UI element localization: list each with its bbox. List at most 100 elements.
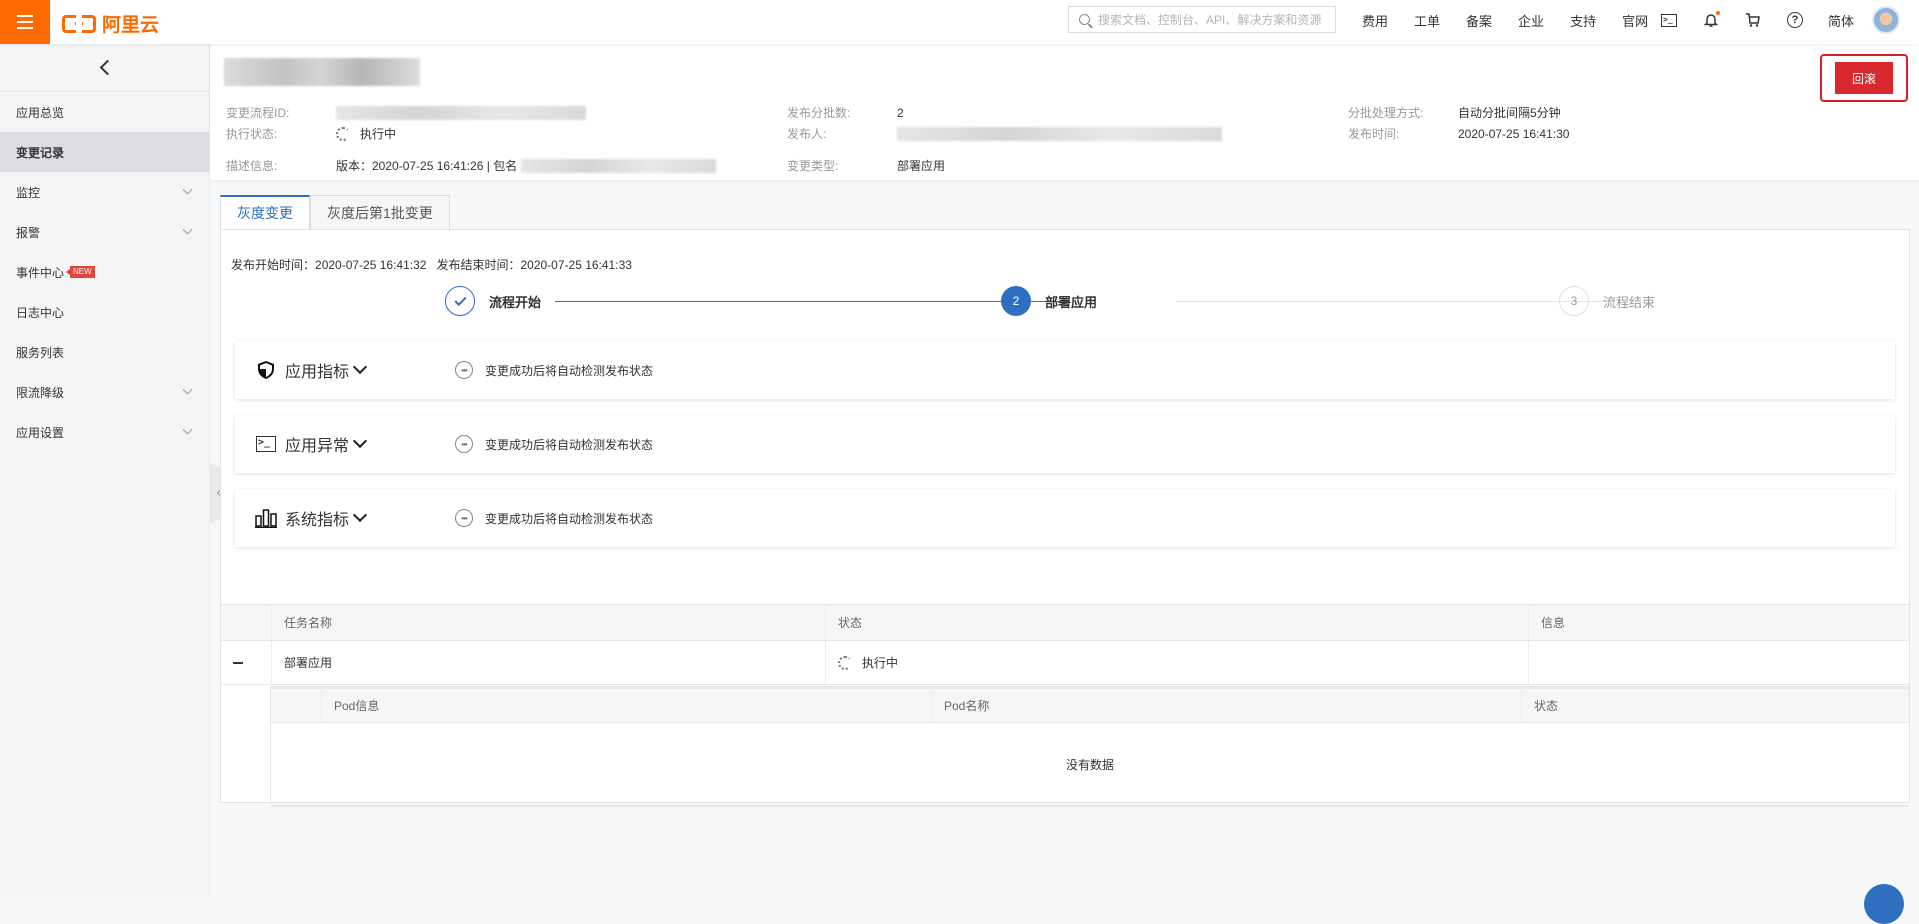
batch-count-label: 发布分批数: [787, 106, 851, 120]
notifications-button[interactable] [1702, 11, 1720, 29]
check-status-text: 变更成功后将自动检测发布状态 [485, 363, 654, 378]
step-label: 流程开始 [489, 294, 542, 310]
nav-link-official-site[interactable]: 官网 [1622, 11, 1648, 30]
chevron-down-icon [352, 359, 368, 375]
change-type-row: 变更类型: 部署应用 [787, 157, 945, 174]
nav-link-support[interactable]: 支持 [1570, 11, 1596, 30]
change-type-value: 部署应用 [897, 159, 946, 173]
batch-count-row: 发布分批数: 2 [787, 104, 904, 121]
aliyun-logo[interactable]: 阿里云 [62, 10, 159, 37]
check-card-app-metrics[interactable]: 应用指标 ••• 变更成功后将自动检测发布状态 [235, 341, 1895, 399]
change-info-panel: 变更流程ID: 执行状态: 执行中 描述信息: 版本：2020-07-25 16… [210, 44, 1919, 180]
cart-icon [1746, 13, 1760, 27]
sidebar-item-alarms[interactable]: 报警 [0, 212, 209, 252]
notification-dot [1716, 11, 1720, 15]
rollback-highlight: 回滚 [1820, 54, 1908, 102]
terminal-button[interactable]: >_ [1660, 11, 1678, 29]
check-card-system-metrics[interactable]: 系统指标 ••• 变更成功后将自动检测发布状态 [235, 489, 1895, 547]
check-status-text: 变更成功后将自动检测发布状态 [485, 437, 654, 452]
sidebar: 应用总览 变更记录 监控 报警 事件中心 NEW 日志中心 服务列表 限流降级 应… [0, 44, 210, 896]
sidebar-item-app-settings[interactable]: 应用设置 [0, 412, 209, 452]
sub-expand-col-header [271, 689, 322, 722]
empty-state: 没有数据 [271, 723, 1909, 807]
top-bar: 阿里云 搜索文档、控制台、API、解决方案和资源 费用 工单 备案 企业 支持 … [0, 0, 1919, 44]
help-icon: ? [1787, 12, 1803, 28]
tab-first-batch-change[interactable]: 灰度后第1批变更 [310, 195, 450, 229]
sub-table-header: Pod信息 Pod名称 状态 [271, 689, 1909, 723]
shield-icon [255, 359, 277, 381]
column-header-pod-name: Pod名称 [932, 689, 1522, 722]
exec-status-row: 执行状态: 执行中 [226, 125, 396, 142]
exec-status-label: 执行状态: [226, 127, 278, 141]
change-id-label: 变更流程ID: [226, 106, 290, 120]
floating-help-button[interactable] [1864, 884, 1904, 924]
sidebar-back-button[interactable] [0, 44, 209, 92]
step-number: 2 [1001, 286, 1031, 316]
description-row: 描述信息: 版本：2020-07-25 16:41:26 | 包名 [226, 157, 717, 174]
nav-link-icp[interactable]: 备案 [1466, 11, 1492, 30]
sidebar-item-log-center[interactable]: 日志中心 [0, 292, 209, 332]
chevron-down-icon [182, 384, 193, 395]
sidebar-item-label: 服务列表 [16, 345, 65, 360]
batch-count-value: 2 [897, 105, 904, 120]
release-end-value: 2020-07-25 16:41:33 [520, 258, 632, 272]
check-status-text: 变更成功后将自动检测发布状态 [485, 511, 654, 526]
column-header-task-name: 任务名称 [272, 605, 826, 640]
sidebar-item-label: 变更记录 [16, 145, 65, 160]
user-avatar[interactable] [1872, 6, 1901, 34]
batch-mode-label: 分批处理方式: [1348, 106, 1424, 120]
tab-panel: 发布开始时间：2020-07-25 16:41:32 发布结束时间：2020-0… [220, 229, 1910, 807]
chevron-left-icon [99, 59, 116, 76]
change-id-row: 变更流程ID: [226, 104, 586, 121]
more-dots-icon: ••• [455, 509, 473, 527]
sidebar-item-label: 事件中心 [16, 265, 65, 280]
language-switch[interactable]: 简体 [1828, 11, 1854, 30]
check-title: 系统指标 [285, 512, 350, 529]
cart-button[interactable] [1744, 11, 1762, 29]
sidebar-item-service-list[interactable]: 服务列表 [0, 332, 209, 372]
rollback-button[interactable]: 回滚 [1835, 62, 1893, 94]
page-title-redacted [224, 58, 420, 86]
search-input[interactable]: 搜索文档、控制台、API、解决方案和资源 [1068, 6, 1336, 33]
more-dots-icon: ••• [455, 361, 473, 379]
description-value: 版本：2020-07-25 16:41:26 | 包名 [336, 159, 518, 173]
chevron-down-icon [182, 224, 193, 235]
check-card-app-exceptions[interactable]: >_ 应用异常 ••• 变更成功后将自动检测发布状态 [235, 415, 1895, 473]
publish-time-label: 发布时间: [1348, 127, 1400, 141]
sidebar-item-change-records[interactable]: 变更记录 [0, 132, 209, 172]
step-label: 流程结束 [1603, 294, 1656, 310]
menu-button[interactable] [0, 0, 50, 44]
sub-table-indent [221, 686, 271, 804]
tab-gray-change[interactable]: 灰度变更 [220, 195, 310, 229]
sidebar-item-overview[interactable]: 应用总览 [0, 92, 209, 132]
nav-link-fees[interactable]: 费用 [1362, 11, 1388, 30]
search-placeholder: 搜索文档、控制台、API、解决方案和资源 [1098, 13, 1322, 27]
task-status-cell: 执行中 [826, 641, 1529, 684]
collapse-row-button[interactable] [221, 641, 272, 684]
sidebar-item-label: 应用设置 [16, 425, 65, 440]
task-table: 任务名称 状态 信息 部署应用 执行中 [221, 604, 1909, 685]
column-header-status: 状态 [826, 605, 1529, 640]
sidebar-item-event-center[interactable]: 事件中心 NEW [0, 252, 209, 292]
check-status: ••• 变更成功后将自动检测发布状态 [455, 435, 653, 453]
check-status: ••• 变更成功后将自动检测发布状态 [455, 509, 653, 527]
loading-spinner-icon [838, 655, 852, 670]
more-dots-icon: ••• [455, 435, 473, 453]
sidebar-item-rate-limiting[interactable]: 限流降级 [0, 372, 209, 412]
nav-link-tickets[interactable]: 工单 [1414, 11, 1440, 30]
pod-sub-table: Pod信息 Pod名称 状态 没有数据 [271, 686, 1909, 807]
step-start: 流程开始 [445, 286, 541, 316]
sidebar-item-monitoring[interactable]: 监控 [0, 172, 209, 212]
search-icon [1079, 14, 1090, 25]
publish-time-value: 2020-07-25 16:41:30 [1458, 126, 1570, 141]
process-steps: 流程开始 2 部署应用 3 流程结束 [445, 286, 1685, 318]
chevron-down-icon [352, 433, 368, 449]
hamburger-icon [17, 21, 33, 23]
publisher-value-redacted [897, 125, 1222, 142]
step-connector-pending [1175, 301, 1610, 302]
new-badge: NEW [66, 266, 95, 278]
check-status: ••• 变更成功后将自动检测发布状态 [455, 361, 653, 379]
nav-link-enterprise[interactable]: 企业 [1518, 11, 1544, 30]
batch-mode-value: 自动分批间隔5分钟 [1458, 106, 1561, 120]
help-button[interactable]: ? [1786, 11, 1804, 29]
